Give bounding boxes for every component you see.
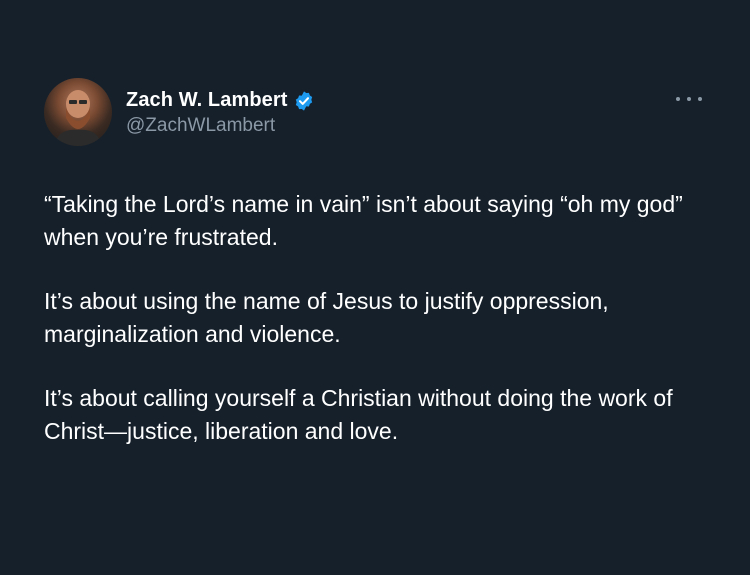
more-horizontal-icon[interactable]: [676, 92, 702, 106]
tweet-header: Zach W. Lambert @ZachWLambert: [44, 78, 315, 146]
verified-badge-icon: [295, 90, 312, 111]
avatar[interactable]: [44, 78, 112, 146]
author-handle[interactable]: @ZachWLambert: [126, 115, 315, 137]
tweet-paragraph: “Taking the Lord’s name in vain” isn’t a…: [44, 191, 683, 250]
person-avatar-icon: [54, 90, 102, 146]
tweet-text: “Taking the Lord’s name in vain” isn’t a…: [44, 188, 724, 479]
more-dot: [687, 97, 691, 101]
more-dot: [698, 97, 702, 101]
display-name[interactable]: Zach W. Lambert: [126, 89, 288, 112]
author-names: Zach W. Lambert @ZachWLambert: [126, 89, 315, 137]
name-row: Zach W. Lambert: [126, 89, 315, 112]
tweet-paragraph: It’s about using the name of Jesus to ju…: [44, 288, 609, 347]
tweet-card: Zach W. Lambert @ZachWLambert “Taking th…: [0, 0, 750, 575]
tweet-paragraph: It’s about calling yourself a Christian …: [44, 385, 673, 444]
more-dot: [676, 97, 680, 101]
